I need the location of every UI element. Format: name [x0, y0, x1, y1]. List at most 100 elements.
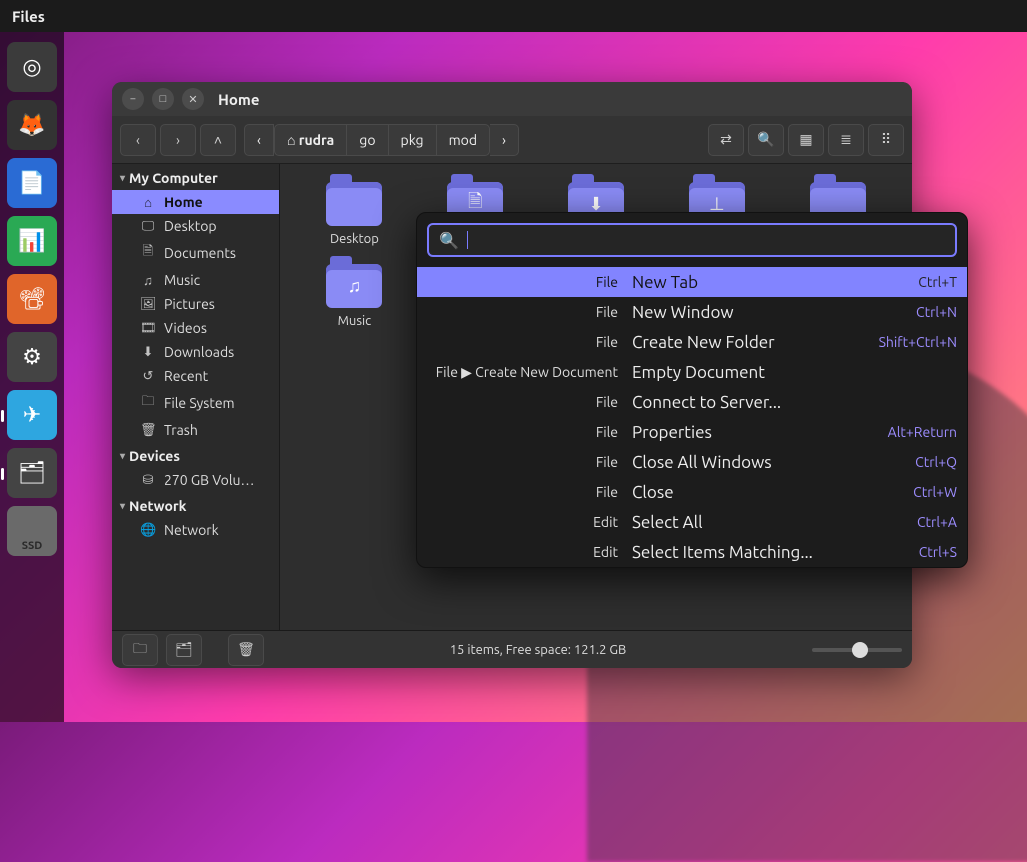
breadcrumb-pkg[interactable]: pkg: [389, 124, 437, 156]
zoom-slider[interactable]: [812, 648, 902, 652]
command-properties[interactable]: FilePropertiesAlt+Return: [417, 417, 967, 447]
command-category: File: [427, 394, 632, 410]
sidebar-item-downloads[interactable]: ⬇Downloads: [112, 340, 279, 364]
dock-settings[interactable]: ⚙: [7, 332, 57, 382]
status-text: 15 items, Free space: 121.2 GB: [272, 643, 804, 657]
command-shortcut: Ctrl+S: [857, 544, 957, 560]
command-connect-to-server-[interactable]: FileConnect to Server...: [417, 387, 967, 417]
command-label: Close All Windows: [632, 453, 857, 472]
breadcrumb-rudra[interactable]: ⌂ rudra: [274, 124, 347, 156]
sidebar-item-music[interactable]: ♫Music: [112, 268, 279, 292]
dock-ssd[interactable]: SSD: [7, 506, 57, 556]
command-shortcut: Ctrl+N: [857, 304, 957, 320]
command-label: Select All: [632, 513, 857, 532]
nav-up-button[interactable]: ˄: [200, 124, 236, 156]
breadcrumb-next[interactable]: ›: [490, 124, 519, 156]
command-close[interactable]: FileCloseCtrl+W: [417, 477, 967, 507]
folder-label: Desktop: [330, 232, 379, 246]
sidebar-item-desktop[interactable]: 🖵Desktop: [112, 214, 279, 238]
sidebar-item-270-gb-volu-[interactable]: ⛁270 GB Volu…: [112, 468, 279, 492]
folder-desktop[interactable]: Desktop: [298, 182, 411, 246]
status-places-button[interactable]: 🗀: [122, 634, 158, 666]
breadcrumb-mod[interactable]: mod: [437, 124, 490, 156]
status-trash-button[interactable]: 🗑: [228, 634, 264, 666]
command-palette: 🔍 FileNew TabCtrl+TFileNew WindowCtrl+NF…: [416, 212, 968, 568]
view-icons-button[interactable]: ▦: [788, 124, 824, 156]
dock-firefox[interactable]: 🦊: [7, 100, 57, 150]
command-search-box[interactable]: 🔍: [427, 223, 957, 257]
sidebar-item-icon: ♫: [140, 273, 156, 288]
command-category: File: [427, 424, 632, 440]
window-close-button[interactable]: ✕: [182, 88, 204, 110]
command-shortcut: Ctrl+W: [857, 484, 957, 500]
command-label: Connect to Server...: [632, 393, 857, 412]
breadcrumb-prev[interactable]: ‹: [244, 124, 274, 156]
command-new-window[interactable]: FileNew WindowCtrl+N: [417, 297, 967, 327]
window-maximize-button[interactable]: □: [152, 88, 174, 110]
sidebar-item-videos[interactable]: 🎞Videos: [112, 316, 279, 340]
command-shortcut: Ctrl+A: [857, 514, 957, 530]
folder-music[interactable]: ♫Music: [298, 264, 411, 328]
dock-impress[interactable]: 📽: [7, 274, 57, 324]
command-close-all-windows[interactable]: FileClose All WindowsCtrl+Q: [417, 447, 967, 477]
command-category: File: [427, 454, 632, 470]
command-new-tab[interactable]: FileNew TabCtrl+T: [417, 267, 967, 297]
statusbar: 🗀 🗂 🗑 15 items, Free space: 121.2 GB: [112, 630, 912, 668]
command-category: File: [427, 484, 632, 500]
command-shortcut: Shift+Ctrl+N: [857, 334, 957, 350]
command-shortcut: Ctrl+Q: [857, 454, 957, 470]
nav-back-button[interactable]: ‹: [120, 124, 156, 156]
toolbar: ‹ › ˄ ‹ ⌂ rudragopkgmod › ⇄ 🔍 ▦ ≣ ⠿: [112, 116, 912, 164]
command-select-items-matching-[interactable]: EditSelect Items Matching...Ctrl+S: [417, 537, 967, 567]
command-select-all[interactable]: EditSelect AllCtrl+A: [417, 507, 967, 537]
sidebar-item-icon: 🌐: [140, 523, 156, 538]
dock: ◎ 🦊 📄 📊 📽 ⚙ ✈ 🗂 SSD: [0, 32, 64, 722]
sidebar-section-my-computer[interactable]: My Computer: [112, 164, 279, 190]
app-name[interactable]: Files: [12, 8, 45, 25]
status-tree-button[interactable]: 🗂: [166, 634, 202, 666]
sidebar-item-pictures[interactable]: 🖼Pictures: [112, 292, 279, 316]
command-label: New Tab: [632, 273, 857, 292]
sidebar-item-home[interactable]: ⌂Home: [112, 190, 279, 214]
command-category: File: [427, 274, 632, 290]
command-category: File ▶ Create New Document: [427, 364, 632, 381]
dock-ubuntu[interactable]: ◎: [7, 42, 57, 92]
sidebar-item-icon: 🗑: [140, 423, 156, 438]
sidebar-section-devices[interactable]: Devices: [112, 442, 279, 468]
nav-forward-button[interactable]: ›: [160, 124, 196, 156]
command-category: Edit: [427, 544, 632, 560]
command-empty-document[interactable]: File ▶ Create New DocumentEmpty Document: [417, 357, 967, 387]
sidebar-item-icon: ⌂: [140, 195, 156, 210]
breadcrumb-go[interactable]: go: [347, 124, 388, 156]
window-minimize-button[interactable]: −: [122, 88, 144, 110]
dock-writer[interactable]: 📄: [7, 158, 57, 208]
sidebar-item-icon: ⛁: [140, 473, 156, 488]
sidebar: My Computer ⌂Home🖵Desktop🗎Documents♫Musi…: [112, 164, 280, 630]
sidebar-item-documents[interactable]: 🗎Documents: [112, 238, 279, 268]
command-category: File: [427, 334, 632, 350]
command-category: File: [427, 304, 632, 320]
dock-calc[interactable]: 📊: [7, 216, 57, 266]
command-search-input[interactable]: [476, 232, 945, 249]
command-create-new-folder[interactable]: FileCreate New FolderShift+Ctrl+N: [417, 327, 967, 357]
search-icon: 🔍: [439, 231, 459, 250]
toggle-path-entry-button[interactable]: ⇄: [708, 124, 744, 156]
sidebar-item-icon: 🖼: [140, 297, 156, 312]
sidebar-item-recent[interactable]: ↺Recent: [112, 364, 279, 388]
view-compact-button[interactable]: ⠿: [868, 124, 904, 156]
sidebar-item-file-system[interactable]: 🗀File System: [112, 388, 279, 418]
dock-telegram[interactable]: ✈: [7, 390, 57, 440]
folder-label: Music: [338, 314, 372, 328]
command-shortcut: Ctrl+T: [857, 274, 957, 290]
sidebar-item-trash[interactable]: 🗑Trash: [112, 418, 279, 442]
command-label: Close: [632, 483, 857, 502]
sidebar-section-network[interactable]: Network: [112, 492, 279, 518]
sidebar-item-network[interactable]: 🌐Network: [112, 518, 279, 542]
dock-files[interactable]: 🗂: [7, 448, 57, 498]
sidebar-item-icon: ↺: [140, 369, 156, 384]
search-button[interactable]: 🔍: [748, 124, 784, 156]
window-title: Home: [218, 91, 259, 108]
view-list-button[interactable]: ≣: [828, 124, 864, 156]
command-label: Create New Folder: [632, 333, 857, 352]
breadcrumb: ‹ ⌂ rudragopkgmod ›: [244, 124, 519, 156]
